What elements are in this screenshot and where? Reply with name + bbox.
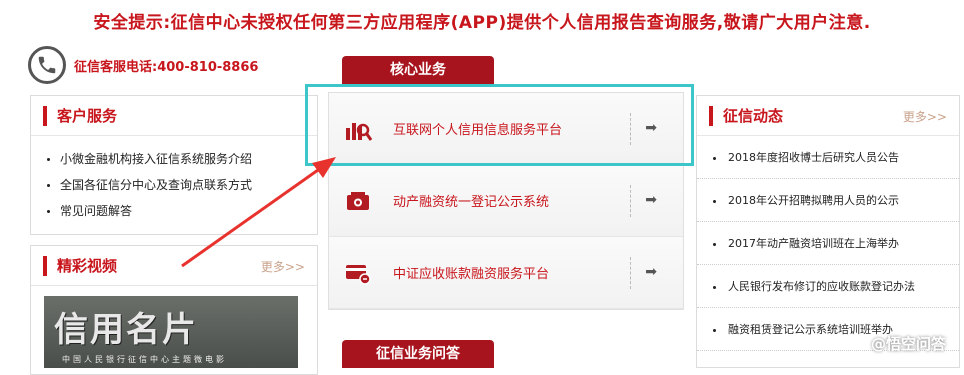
- watermark: @悟空问答: [870, 335, 946, 353]
- annotation-arrow: [181, 157, 336, 268]
